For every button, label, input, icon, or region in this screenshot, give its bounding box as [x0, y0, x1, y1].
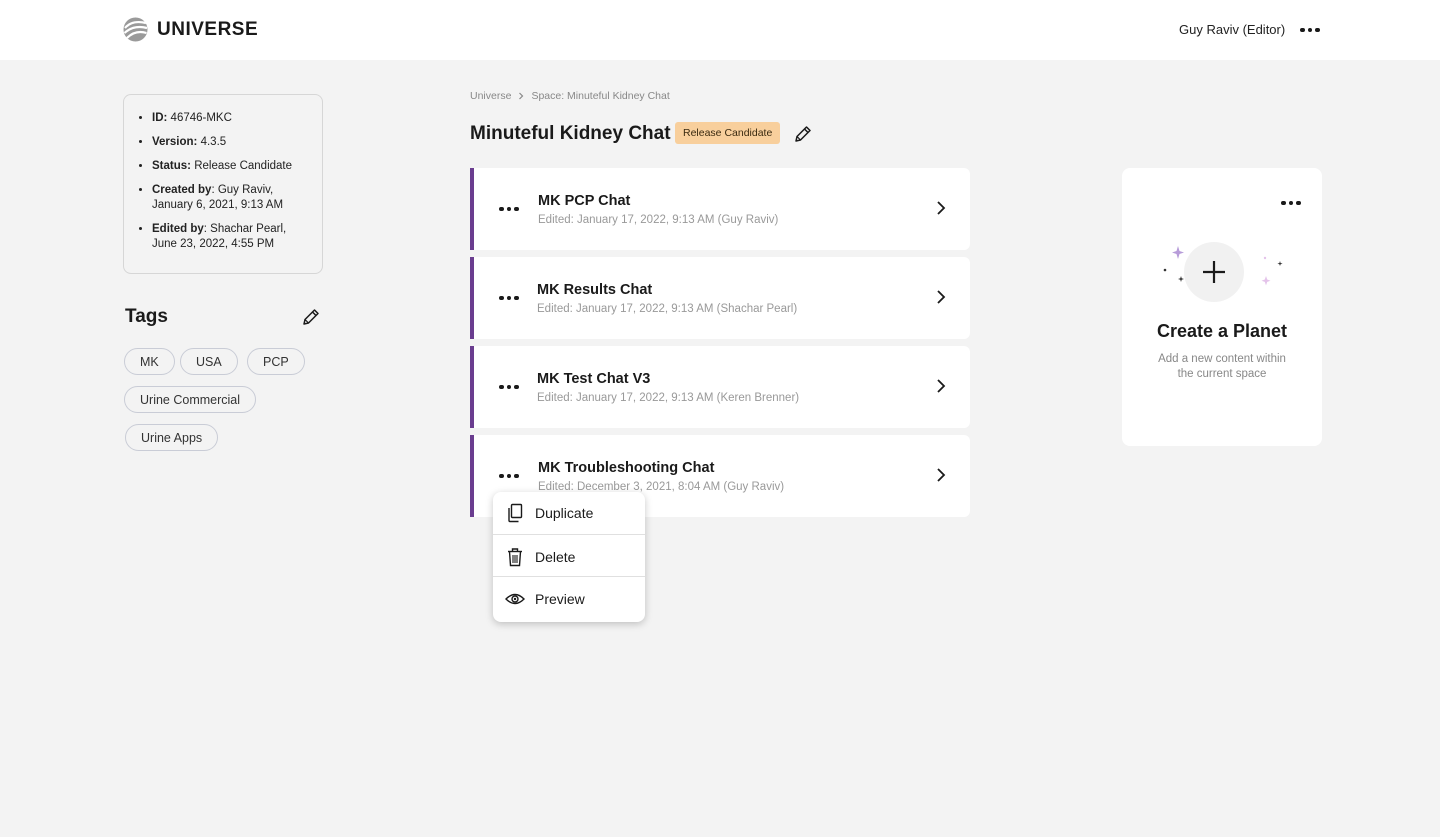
- chevron-right-icon[interactable]: [934, 199, 948, 217]
- status-badge: Release Candidate: [675, 122, 781, 144]
- planet-more-button[interactable]: [498, 291, 520, 305]
- planet-more-button[interactable]: [498, 380, 520, 394]
- menu-divider: [493, 576, 645, 577]
- planet-edited: Edited: January 17, 2022, 9:13 AM (Keren…: [537, 392, 800, 404]
- tag-chip[interactable]: Urine Apps: [125, 424, 219, 451]
- header-more-button[interactable]: [1298, 20, 1322, 40]
- planet-edited: Edited: January 17, 2022, 9:13 AM (Shach…: [537, 303, 798, 315]
- space-info-card: ID: 46746-MKC Version: 4.3.5 Status: Rel…: [123, 94, 323, 274]
- more-dots-icon: [499, 384, 519, 390]
- info-id: ID: 46746-MKC: [152, 111, 310, 126]
- chevron-right-icon[interactable]: [934, 288, 948, 306]
- user-name[interactable]: Guy Raviv (Editor): [1179, 22, 1285, 37]
- planet-more-button[interactable]: [498, 202, 520, 216]
- eye-icon: [505, 589, 525, 609]
- planet-row[interactable]: MK Results Chat Edited: January 17, 2022…: [470, 257, 970, 339]
- plus-icon: [1203, 261, 1225, 283]
- more-dots-icon: [1300, 27, 1320, 33]
- more-dots-icon: [499, 206, 519, 212]
- create-planet-title: Create a Planet: [1156, 321, 1288, 341]
- planet-row[interactable]: MK Test Chat V3 Edited: January 17, 2022…: [470, 346, 970, 428]
- trash-icon: [505, 547, 525, 567]
- menu-item-preview[interactable]: Preview: [493, 588, 645, 610]
- info-version: Version: 4.3.5: [152, 135, 310, 150]
- tags-title: Tags: [125, 306, 168, 327]
- planet-row[interactable]: MK PCP Chat Edited: January 17, 2022, 9:…: [470, 168, 970, 250]
- tag-chip[interactable]: USA: [180, 348, 238, 375]
- copy-icon: [505, 503, 525, 523]
- menu-item-duplicate[interactable]: Duplicate: [493, 502, 645, 524]
- tag-chip[interactable]: PCP: [247, 348, 305, 375]
- logo[interactable]: UNIVERSE: [122, 16, 258, 43]
- menu-item-label: Preview: [535, 591, 585, 607]
- planet-edited: Edited: January 17, 2022, 9:13 AM (Guy R…: [538, 214, 779, 226]
- planet-title: MK Test Chat V3: [537, 371, 651, 387]
- info-edited: Edited by: Shachar Pearl, June 23, 2022,…: [152, 222, 310, 252]
- top-header: UNIVERSE Guy Raviv (Editor): [0, 0, 1440, 60]
- create-planet-button[interactable]: [1184, 242, 1244, 302]
- planet-title: MK Troubleshooting Chat: [538, 460, 715, 476]
- menu-divider: [493, 534, 645, 535]
- planet-title: MK PCP Chat: [538, 193, 631, 209]
- more-dots-icon: [499, 473, 519, 479]
- menu-item-label: Duplicate: [535, 505, 594, 521]
- page-title: Minuteful Kidney Chat: [470, 123, 671, 144]
- edit-tags-pencil-icon[interactable]: [300, 306, 322, 328]
- chevron-right-icon[interactable]: [934, 466, 948, 484]
- chevron-right-icon: [519, 92, 524, 100]
- planet-context-menu: Duplicate Delete Preview: [493, 492, 645, 622]
- menu-item-label: Delete: [535, 549, 576, 565]
- chevron-right-icon[interactable]: [934, 377, 948, 395]
- tag-chip[interactable]: Urine Commercial: [124, 386, 257, 413]
- create-planet-description: Add a new content within the current spa…: [1158, 353, 1286, 380]
- logo-text: UNIVERSE: [157, 18, 259, 40]
- more-dots-icon: [499, 295, 519, 301]
- breadcrumb-item[interactable]: Space: Minuteful Kidney Chat: [531, 90, 669, 102]
- planet-title: MK Results Chat: [537, 282, 653, 298]
- planet-more-button[interactable]: [498, 469, 520, 483]
- breadcrumb-item[interactable]: Universe: [470, 90, 511, 102]
- info-created: Created by: Guy Raviv, January 6, 2021, …: [152, 183, 310, 213]
- breadcrumb: Universe Space: Minuteful Kidney Chat: [470, 90, 670, 102]
- menu-item-delete[interactable]: Delete: [493, 546, 645, 568]
- more-dots-icon: [1281, 200, 1301, 206]
- tag-chip[interactable]: MK: [124, 348, 175, 375]
- create-card-more-button[interactable]: [1280, 196, 1302, 210]
- universe-logo-icon: [123, 17, 148, 42]
- create-planet-card[interactable]: Create a Planet Add a new content within…: [1122, 168, 1322, 446]
- edit-title-pencil-icon[interactable]: [792, 123, 814, 145]
- info-status: Status: Release Candidate: [152, 159, 310, 174]
